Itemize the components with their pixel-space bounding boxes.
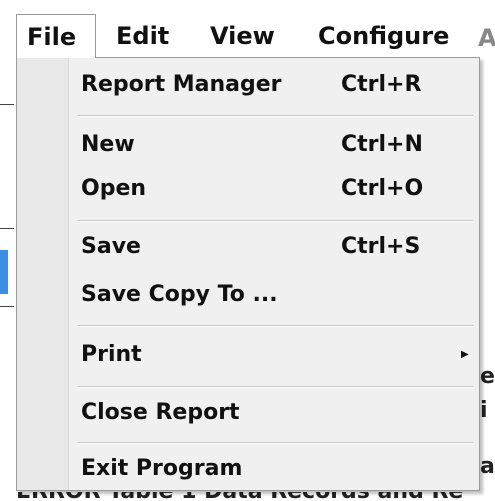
menu-separator xyxy=(77,442,473,444)
background-bottom-strip: ERROR Table 1 Data Records and Re xyxy=(0,492,495,501)
menu-cut-off-item[interactable]: A xyxy=(478,24,495,52)
menu-separator xyxy=(77,325,473,327)
menu-edit[interactable]: Edit xyxy=(106,14,179,58)
background-text-fragment: a xyxy=(480,454,495,479)
background-line xyxy=(0,228,14,229)
menu-item-label: Save Copy To ... xyxy=(81,282,278,307)
menu-separator xyxy=(77,115,473,117)
app-window: e i a ERROR Table 1 Data Records and Re … xyxy=(0,0,495,501)
menu-item-report-manager[interactable]: Report Manager Ctrl+R xyxy=(17,62,479,108)
menu-item-save[interactable]: Save Ctrl+S xyxy=(17,224,479,270)
menu-item-label: Close Report xyxy=(81,400,240,425)
background-line xyxy=(0,104,14,105)
menu-item-shortcut: Ctrl+R xyxy=(341,72,422,97)
background-text-fragment: ERROR Table 1 Data Records and Re xyxy=(16,492,463,501)
menu-item-label: Report Manager xyxy=(81,72,282,97)
menu-item-print[interactable]: Print ▶ xyxy=(17,332,479,378)
menu-item-label: Open xyxy=(81,176,147,201)
background-selection-bar xyxy=(0,250,8,294)
menu-file[interactable]: File xyxy=(16,14,96,58)
menu-item-exit-program[interactable]: Exit Program xyxy=(17,446,479,492)
submenu-arrow-icon: ▶ xyxy=(461,349,469,360)
menu-item-label: New xyxy=(81,132,135,157)
menu-item-label: Exit Program xyxy=(81,456,243,481)
menu-separator xyxy=(77,386,473,388)
menu-item-label: Save xyxy=(81,234,141,259)
menu-item-save-copy-to[interactable]: Save Copy To ... xyxy=(17,272,479,318)
menu-configure[interactable]: Configure xyxy=(308,14,459,58)
menu-item-shortcut: Ctrl+N xyxy=(341,132,423,157)
background-line xyxy=(0,306,14,307)
menu-item-shortcut: Ctrl+S xyxy=(341,234,421,259)
menu-item-new[interactable]: New Ctrl+N xyxy=(17,122,479,168)
menu-separator xyxy=(77,220,473,222)
menu-item-label: Print xyxy=(81,342,142,367)
menu-view[interactable]: View xyxy=(200,14,285,58)
menu-item-shortcut: Ctrl+O xyxy=(341,176,424,201)
menu-item-close-report[interactable]: Close Report xyxy=(17,390,479,436)
file-dropdown-menu: Report Manager Ctrl+R New Ctrl+N Open Ct… xyxy=(16,57,480,491)
background-text-fragment: i xyxy=(480,398,488,423)
background-text-fragment: e xyxy=(480,364,495,389)
menu-item-open[interactable]: Open Ctrl+O xyxy=(17,166,479,212)
menu-bar: File Edit View Configure A xyxy=(0,0,495,58)
